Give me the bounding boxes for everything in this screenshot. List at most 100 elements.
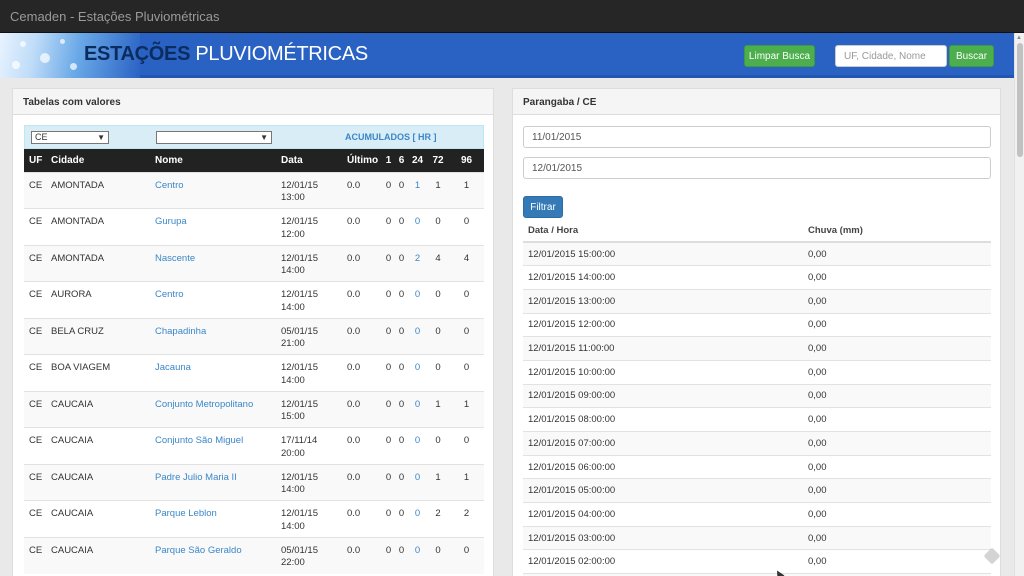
- stations-table: UF Cidade Nome Data Último 1 6 24 72 96 …: [24, 149, 484, 574]
- rainfall-table: Data / Hora Chuva (mm) 12/01/2015 15:00:…: [523, 219, 991, 576]
- search-input[interactable]: UF, Cidade, Nome: [835, 45, 947, 67]
- cell-uf: CE: [24, 536, 46, 574]
- cell-data: 12/01/15 14:00: [276, 244, 342, 282]
- cell-72h: 1: [427, 171, 449, 209]
- cell-96h: 1: [449, 171, 484, 209]
- rainfall-row: 12/01/2015 14:00:00 0,00: [523, 265, 991, 290]
- cell-datetime: 12/01/2015 05:00:00: [523, 478, 803, 503]
- col-rain[interactable]: Chuva (mm): [803, 219, 991, 243]
- rainfall-table-header: Data / Hora Chuva (mm): [523, 219, 991, 243]
- window-title: Cemaden - Estações Pluviométricas: [10, 9, 220, 24]
- scrollbar-thumb[interactable]: [1017, 43, 1023, 157]
- station-link[interactable]: Conjunto São Miguel: [150, 427, 276, 464]
- cell-time: 14:00: [281, 374, 305, 386]
- cell-6h: 0: [395, 427, 408, 464]
- cell-date: 05/01/15: [281, 544, 318, 556]
- cell-rain: 0,00: [803, 454, 991, 479]
- table-row: CE CAUCAIA Parque Leblon 12/01/15 14:00 0.0 0 0…: [24, 500, 484, 537]
- col-1h[interactable]: 1: [382, 149, 395, 172]
- table-row: CE AMONTADA Nascente 12/01/15 14:00 0.0 0 0 2 4 4: [24, 244, 484, 282]
- cell-24h-link[interactable]: 0: [408, 463, 427, 501]
- cell-1h: 0: [382, 317, 395, 355]
- cell-72h: 0: [427, 427, 449, 464]
- stations-table-header: UF Cidade Nome Data Último 1 6 24 72 96: [24, 149, 484, 172]
- station-link[interactable]: Conjunto Metropolitano: [150, 390, 276, 428]
- search-button[interactable]: Buscar: [949, 45, 994, 67]
- cell-time: 13:00: [281, 192, 305, 203]
- cell-date: 12/01/15: [281, 289, 318, 300]
- station-link[interactable]: Jacauna: [150, 354, 276, 391]
- cell-24h-link[interactable]: 0: [408, 317, 427, 355]
- cell-6h: 0: [395, 171, 408, 209]
- cell-24h-link[interactable]: 0: [408, 390, 427, 428]
- chevron-down-icon: ▼: [97, 133, 105, 142]
- rainfall-row: 12/01/2015 06:00:00 0,00: [523, 454, 991, 479]
- site-logo[interactable]: ESTAÇÕES PLUVIOMÉTRICAS: [84, 43, 368, 66]
- cell-6h: 0: [395, 244, 408, 282]
- scroll-up-icon[interactable]: ▲: [1016, 35, 1022, 41]
- cell-24h-link[interactable]: 0: [408, 354, 427, 391]
- col-72h[interactable]: 72: [427, 149, 449, 172]
- cell-24h-link[interactable]: 0: [408, 536, 427, 574]
- station-link[interactable]: Nascente: [150, 244, 276, 282]
- cell-24h-link[interactable]: 0: [408, 500, 427, 537]
- col-cidade[interactable]: Cidade: [46, 149, 150, 172]
- cell-24h-link[interactable]: 1: [408, 171, 427, 209]
- station-link[interactable]: Gurupa: [150, 208, 276, 245]
- col-uf[interactable]: UF: [24, 149, 46, 172]
- logo-bold-text: ESTAÇÕES: [84, 43, 191, 65]
- col-6h[interactable]: 6: [395, 149, 408, 172]
- cell-1h: 0: [382, 463, 395, 501]
- table-row: CE AURORA Centro 12/01/15 14:00 0.0 0 0 0 0 0: [24, 281, 484, 318]
- col-96h[interactable]: 96: [449, 149, 484, 172]
- cell-datetime: 12/01/2015 09:00:00: [523, 383, 803, 408]
- cell-rain: 0,00: [803, 288, 991, 314]
- cell-cidade: CAUCAIA: [46, 536, 150, 574]
- cell-datetime: 12/01/2015 08:00:00: [523, 407, 803, 432]
- station-link[interactable]: Chapadinha: [150, 317, 276, 355]
- col-24h[interactable]: 24: [408, 149, 427, 172]
- start-date-input[interactable]: 11/01/2015: [523, 126, 991, 148]
- cell-24h-link[interactable]: 0: [408, 281, 427, 318]
- cell-24h-link[interactable]: 2: [408, 244, 427, 282]
- rainfall-row: 12/01/2015 05:00:00 0,00: [523, 478, 991, 503]
- col-datetime[interactable]: Data / Hora: [523, 219, 803, 243]
- cell-datetime: 12/01/2015 12:00:00: [523, 312, 803, 337]
- col-ultimo[interactable]: Último: [342, 149, 382, 172]
- state-select[interactable]: CE ▼: [31, 131, 109, 144]
- cell-rain: 0,00: [803, 312, 991, 337]
- col-nome[interactable]: Nome: [150, 149, 276, 172]
- cell-96h: 1: [449, 463, 484, 501]
- end-date-input[interactable]: 12/01/2015: [523, 157, 991, 179]
- cell-uf: CE: [24, 171, 46, 209]
- cell-72h: 0: [427, 208, 449, 245]
- table-row: CE CAUCAIA Parque São Geraldo 05/01/15 22:00…: [24, 536, 484, 574]
- col-data[interactable]: Data: [276, 149, 342, 172]
- cell-1h: 0: [382, 281, 395, 318]
- city-select[interactable]: ▼: [156, 131, 272, 144]
- filter-button[interactable]: Filtrar: [523, 196, 563, 218]
- station-link[interactable]: Padre Julio Maria II: [150, 463, 276, 501]
- table-row: CE CAUCAIA Conjunto Metropolitano 12/01/15 1…: [24, 390, 484, 428]
- station-link[interactable]: Parque São Geraldo: [150, 536, 276, 574]
- cell-date: 12/01/15: [281, 179, 318, 191]
- clear-search-button[interactable]: Limpar Busca: [744, 45, 815, 67]
- cell-24h-link[interactable]: 0: [408, 208, 427, 245]
- page-scrollbar[interactable]: [1014, 33, 1024, 576]
- cell-72h: 0: [427, 354, 449, 391]
- cell-uf: CE: [24, 244, 46, 282]
- table-row: CE AMONTADA Gurupa 12/01/15 12:00 0.0 0 0 0 0 0: [24, 208, 484, 245]
- cell-time: 14:00: [281, 484, 305, 495]
- cell-cidade: AURORA: [46, 281, 150, 318]
- cell-ultimo: 0.0: [342, 317, 382, 355]
- cell-uf: CE: [24, 463, 46, 501]
- station-link[interactable]: Centro: [150, 171, 276, 209]
- cell-96h: 0: [449, 281, 484, 318]
- station-link[interactable]: Centro: [150, 281, 276, 318]
- cell-cidade: CAUCAIA: [46, 390, 150, 428]
- station-link[interactable]: Parque Leblon: [150, 500, 276, 537]
- cell-96h: 4: [449, 244, 484, 282]
- cell-24h-link[interactable]: 0: [408, 427, 427, 464]
- cell-96h: 0: [449, 536, 484, 574]
- rainfall-row: 12/01/2015 04:00:00 0,00: [523, 502, 991, 527]
